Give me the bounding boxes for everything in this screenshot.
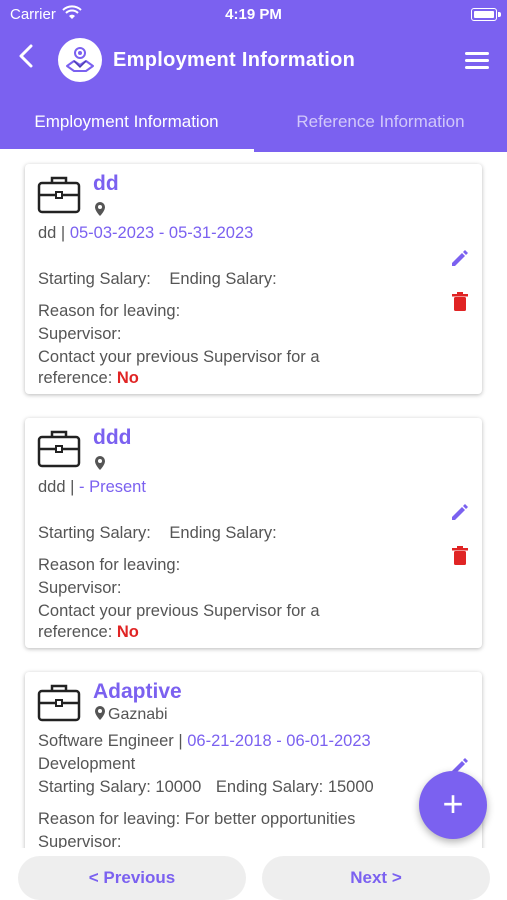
starting-salary-value: 10000 [155,778,202,796]
briefcase-icon [37,176,81,214]
starting-salary-label: Starting Salary: [38,524,151,542]
delete-icon[interactable] [452,292,468,312]
reference-line: reference: No [38,623,139,642]
ending-salary-label: Ending Salary: [169,270,277,288]
reason-line: Reason for leaving: [38,302,180,321]
employment-card: ddd ddd | - Present Starting Salary: End… [25,418,482,648]
position-dates: ddd | - Present [38,478,146,497]
add-employment-button[interactable]: + [419,771,487,839]
location-text: Gaznabi [108,706,168,723]
position-dates: dd | 05-03-2023 - 05-31-2023 [38,224,253,243]
clock: 4:19 PM [225,6,282,23]
location-pin-icon [95,202,105,216]
supervisor-line: Supervisor: [38,579,121,598]
salary-line: Starting Salary: Ending Salary: [38,524,277,543]
starting-salary-label: Starting Salary: [38,270,151,288]
tab-employment-information[interactable]: Employment Information [0,100,253,152]
supervisor-label: Supervisor: [38,325,122,343]
employment-dates: - Present [79,478,146,496]
menu-icon[interactable] [465,52,489,70]
logo-icon [58,38,102,82]
location [95,456,108,474]
location-pin-icon [95,456,105,470]
reason-line: Reason for leaving: For better opportuni… [38,810,355,829]
company-name: dd [93,172,119,195]
department: Development [38,755,136,773]
tab-reference-information[interactable]: Reference Information [254,100,507,152]
position: dd | [38,224,66,242]
position: Software Engineer | [38,732,183,750]
edit-icon[interactable] [450,502,470,522]
reference-line: reference: No [38,369,139,388]
back-icon[interactable] [18,44,34,73]
salary-line: Starting Salary: Ending Salary: [38,270,277,289]
pager-bar: < Previous Next > [0,848,507,900]
position: ddd | [38,478,75,496]
reference-value: No [116,623,139,641]
reference-label: reference: [38,369,113,387]
reason-label: Reason for leaving: [38,556,181,574]
status-bar: Carrier 4:19 PM [0,0,507,30]
navbar: Employment Information [0,32,507,88]
employment-dates: 05-03-2023 - 05-31-2023 [69,224,254,242]
company-name: ddd [93,426,132,449]
company-name: Adaptive [93,680,182,703]
ending-salary-label: Ending Salary: [169,524,277,542]
app-header: Carrier 4:19 PM Employment Information E… [0,0,507,152]
salary-line: Starting Salary: 10000 Ending Salary: 15… [38,778,374,797]
reason-label: Reason for leaving: [38,302,181,320]
edit-icon[interactable] [450,248,470,268]
add-icon: + [442,783,464,824]
briefcase-icon [37,430,81,468]
reason-value: For better opportunities [184,810,356,828]
starting-salary-label: Starting Salary: [38,778,151,796]
location-pin-icon [95,706,105,720]
contact-line: Contact your previous Supervisor for a [38,602,320,620]
briefcase-icon [37,684,81,722]
next-button[interactable]: Next > [262,856,490,900]
ending-salary-label: Ending Salary: [215,778,324,796]
tab-bar: Employment Information Reference Informa… [0,100,507,152]
supervisor-line: Supervisor: [38,325,121,344]
location: Gaznabi [95,706,168,724]
previous-button[interactable]: < Previous [18,856,246,900]
battery-icon [471,8,497,21]
reference-value: No [116,369,139,387]
delete-icon[interactable] [452,546,468,566]
employment-dates: 06-21-2018 - 06-01-2023 [187,732,371,750]
position-dates: Software Engineer | 06-21-2018 - 06-01-2… [38,732,371,751]
employment-card: dd dd | 05-03-2023 - 05-31-2023 Starting… [25,164,482,394]
reference-label: reference: [38,623,113,641]
contact-line: Contact your previous Supervisor for a [38,348,320,366]
location [95,202,108,220]
ending-salary-value: 15000 [327,778,374,796]
supervisor-label: Supervisor: [38,579,122,597]
reason-label: Reason for leaving: [38,810,181,828]
reason-line: Reason for leaving: [38,556,180,575]
page-title: Employment Information [113,49,356,71]
